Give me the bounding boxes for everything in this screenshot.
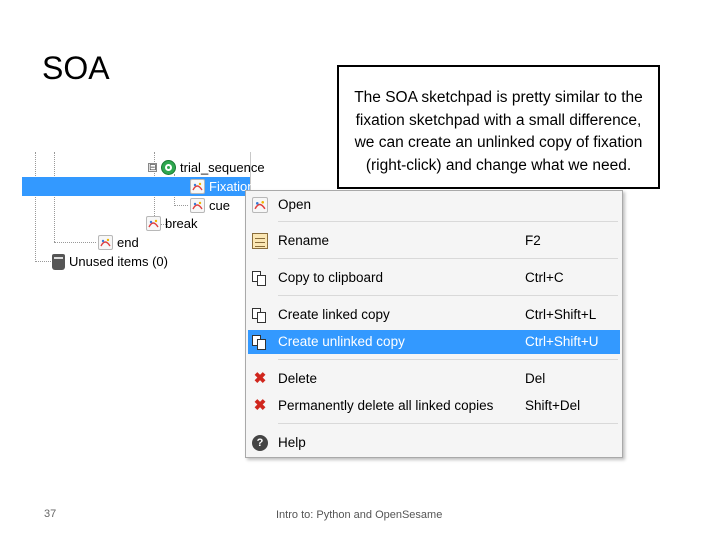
tree-item-cue[interactable]: cue [190, 196, 230, 215]
menu-separator [278, 258, 618, 259]
menu-item-create-linked-copy[interactable]: Create linked copy Ctrl+Shift+L [248, 303, 620, 327]
menu-separator [278, 423, 618, 424]
tree-item-label: trial_sequence [180, 160, 265, 175]
menu-item-label: Copy to clipboard [278, 270, 384, 285]
menu-item-shortcut: Ctrl+Shift+L [525, 307, 597, 322]
menu-separator [278, 221, 618, 222]
menu-item-copy-to-clipboard[interactable]: Copy to clipboard Ctrl+C [248, 266, 620, 290]
menu-item-shortcut: Del [525, 371, 546, 386]
menu-item-label: Create linked copy [278, 307, 390, 322]
callout-box: The SOA sketchpad is pretty similar to t… [337, 65, 660, 189]
sketchpad-icon [190, 198, 205, 213]
menu-item-shortcut: F2 [525, 233, 541, 248]
menu-item-shortcut: Ctrl+C [525, 270, 564, 285]
copy-icon [252, 334, 268, 350]
tree-item-end[interactable]: end [98, 233, 139, 252]
overview-tree[interactable]: ⊟ trial_sequence Fixation cue break end … [22, 152, 265, 458]
menu-item-permanently-delete[interactable]: ✖ Permanently delete all linked copies S… [248, 394, 620, 418]
rename-icon [252, 233, 268, 249]
menu-item-label: Permanently delete all linked copies [278, 398, 494, 413]
tree-item-unused[interactable]: Unused items (0) [52, 252, 168, 271]
menu-item-label: Create unlinked copy [278, 334, 405, 349]
tree-item-break[interactable]: break [146, 214, 198, 233]
sketchpad-icon [252, 197, 268, 213]
tree-item-trial-sequence[interactable]: ⊟ trial_sequence [148, 158, 265, 177]
tree-item-fixation[interactable]: Fixation [22, 177, 255, 196]
menu-separator [278, 359, 618, 360]
delete-icon: ✖ [253, 370, 267, 387]
tree-item-label: end [117, 235, 139, 250]
help-icon: ? [252, 435, 268, 451]
sketchpad-icon [98, 235, 113, 250]
page-number: 37 [44, 508, 57, 520]
sketchpad-icon [190, 179, 205, 194]
menu-item-shortcut: Shift+Del [525, 398, 581, 413]
collapse-icon[interactable]: ⊟ [148, 163, 157, 172]
tree-item-label: break [165, 216, 198, 231]
menu-item-label: Open [278, 197, 312, 212]
menu-separator [278, 295, 618, 296]
menu-item-rename[interactable]: Rename F2 [248, 229, 620, 253]
slide-title: SOA [42, 50, 110, 86]
menu-item-help[interactable]: ? Help [248, 431, 620, 455]
tree-item-label: Unused items (0) [69, 254, 168, 269]
menu-item-label: Help [278, 435, 306, 450]
menu-item-shortcut: Ctrl+Shift+U [525, 334, 599, 349]
menu-item-open[interactable]: Open [248, 193, 620, 217]
trash-icon [52, 253, 65, 270]
slide-footer: Intro to: Python and OpenSesame [276, 509, 443, 521]
delete-icon: ✖ [253, 397, 267, 414]
menu-item-delete[interactable]: ✖ Delete Del [248, 367, 620, 391]
copy-icon [252, 307, 268, 323]
copy-icon [252, 270, 268, 286]
menu-item-label: Delete [278, 371, 318, 386]
sketchpad-icon [146, 216, 161, 231]
tree-item-label: cue [209, 198, 230, 213]
context-menu: Open Rename F2 Copy to clipboard Ctrl+C … [245, 190, 623, 458]
menu-item-label: Rename [278, 233, 330, 248]
menu-item-create-unlinked-copy[interactable]: Create unlinked copy Ctrl+Shift+U [248, 330, 620, 354]
sequence-icon [161, 160, 176, 175]
